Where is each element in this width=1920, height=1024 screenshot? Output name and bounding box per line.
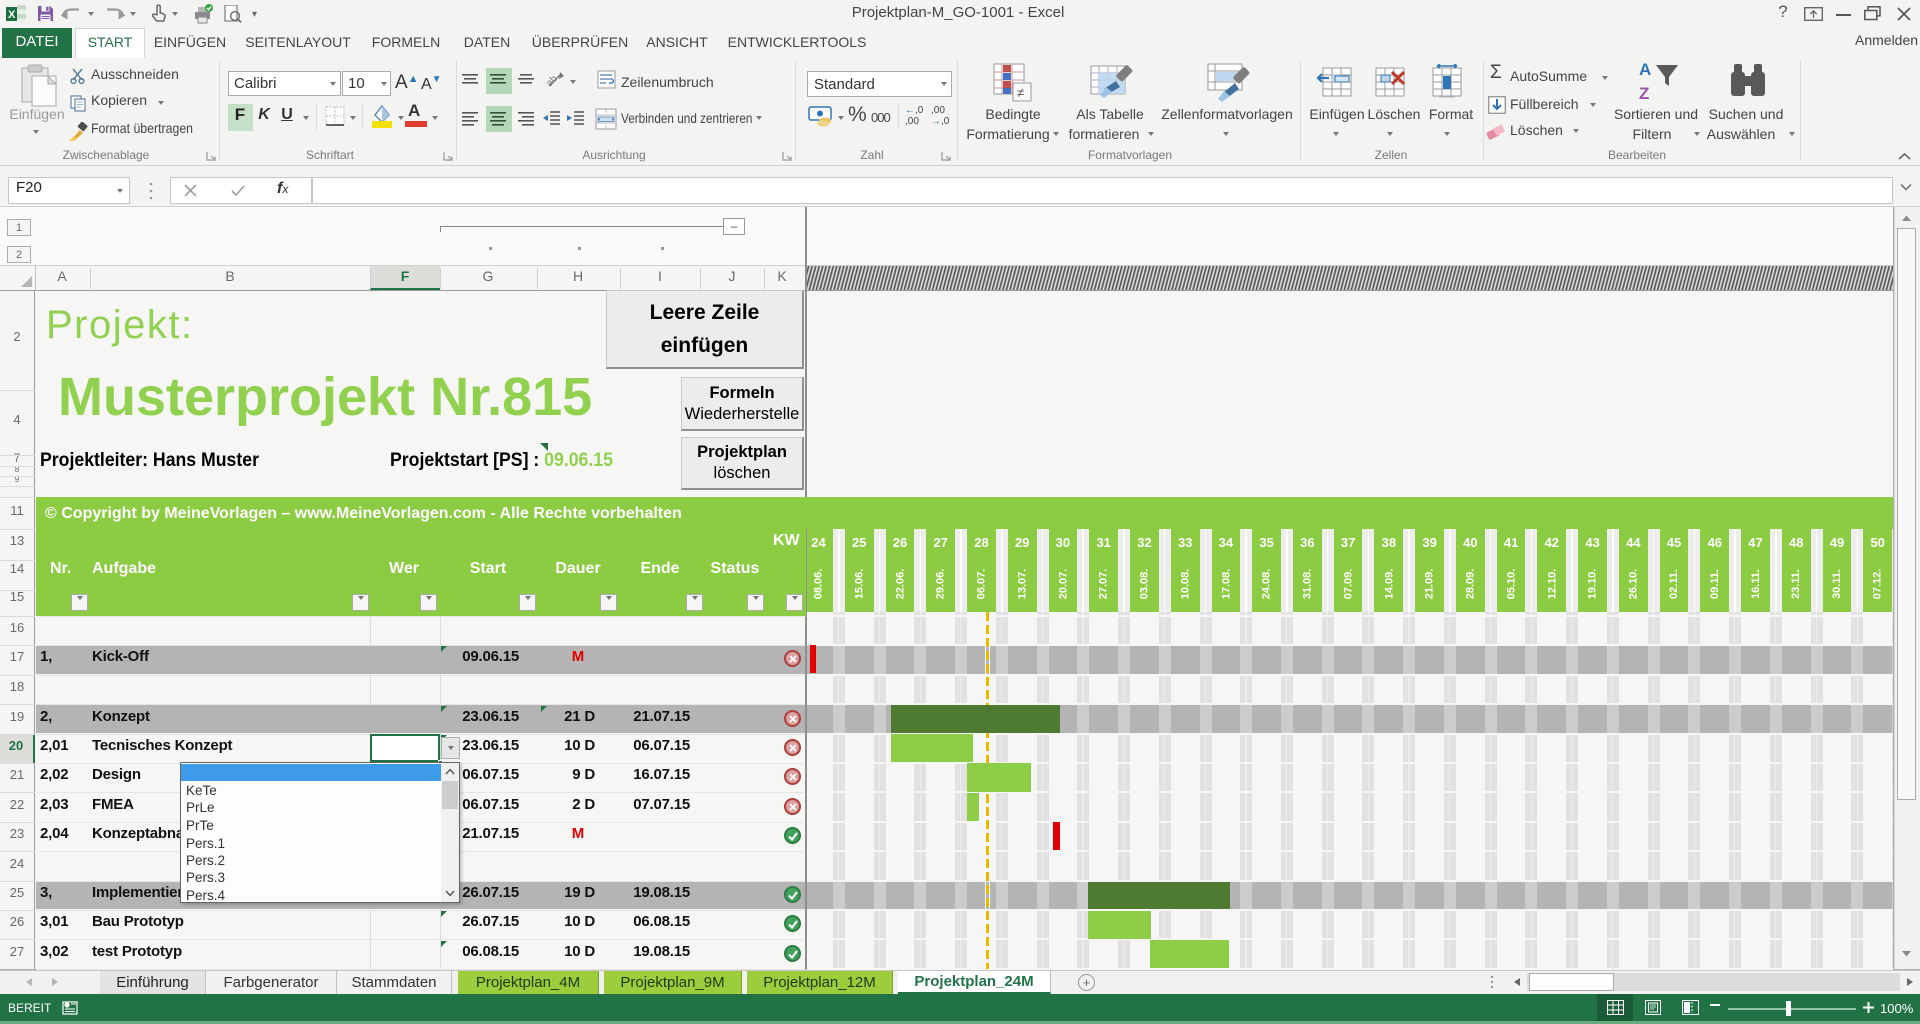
svg-text:ab: ab	[546, 73, 560, 89]
svg-text:≠: ≠	[1017, 85, 1024, 100]
svg-text:X: X	[8, 9, 16, 21]
